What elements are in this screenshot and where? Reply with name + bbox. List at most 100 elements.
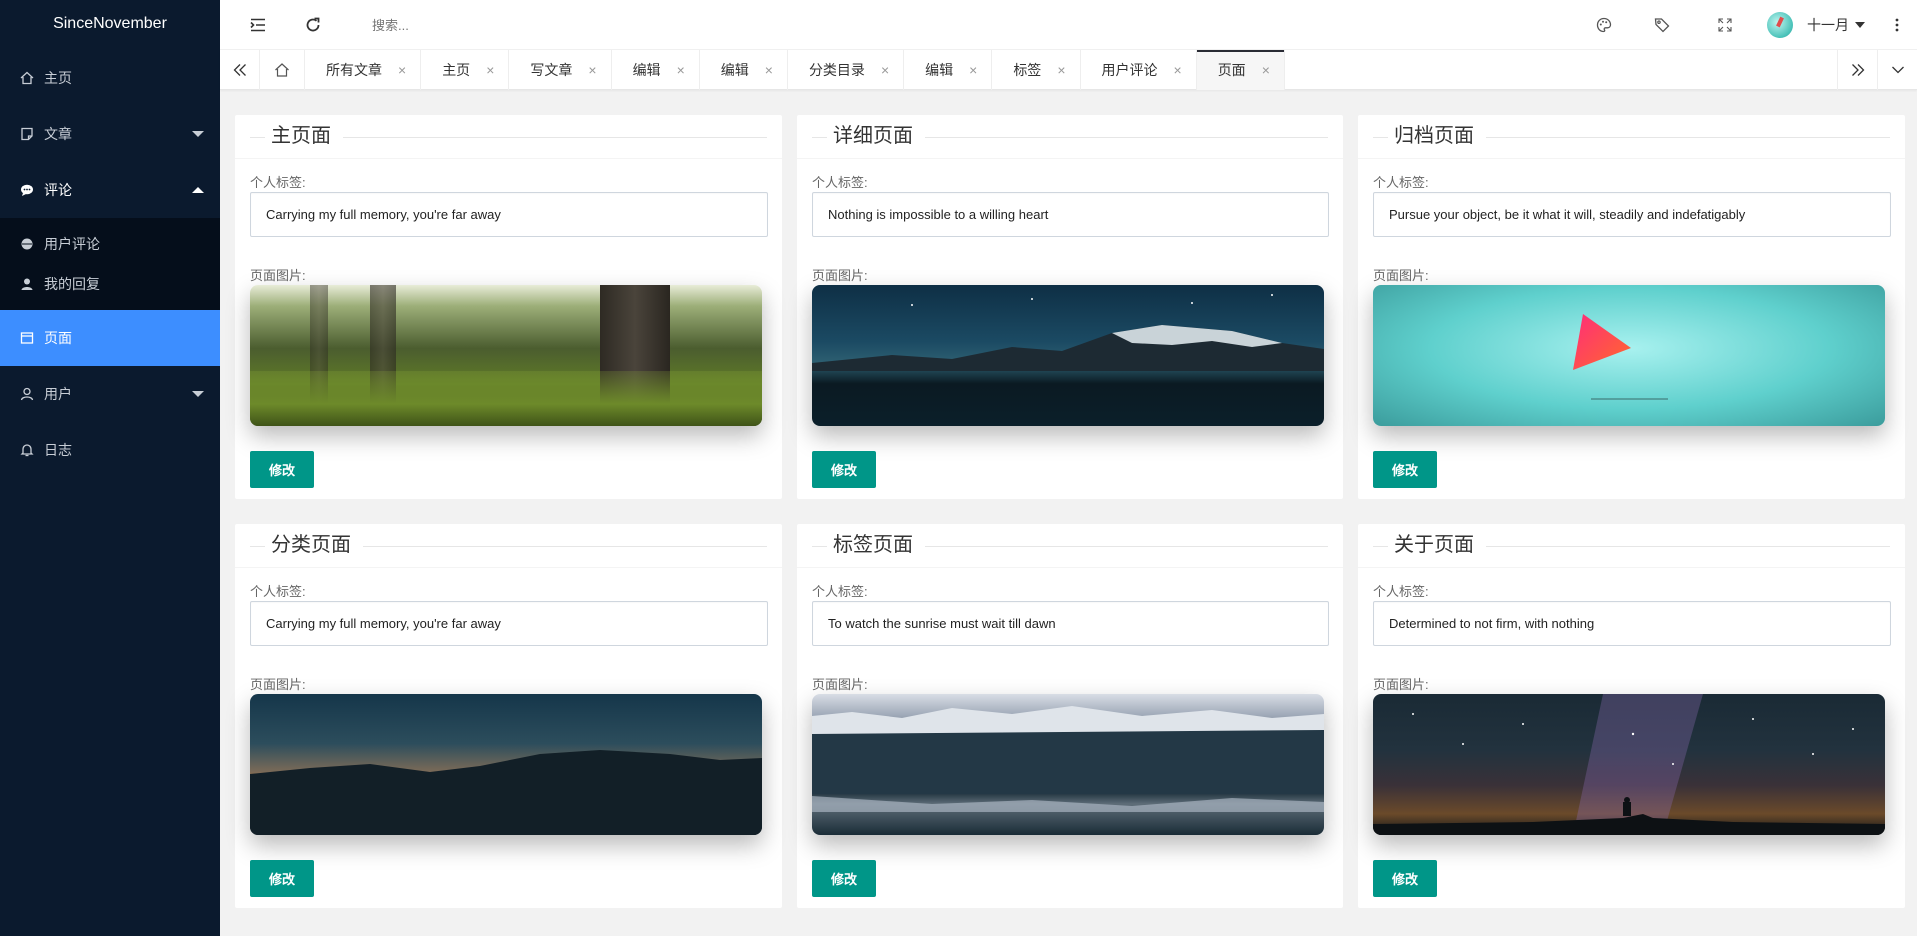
close-icon[interactable]: × (1174, 62, 1182, 78)
tab-main[interactable]: 主页 × (421, 50, 510, 90)
tab-label: 编辑 (925, 62, 954, 78)
page-card-home: 主页面 个人标签: 页面图片: 修改 (235, 115, 782, 499)
close-icon[interactable]: × (765, 62, 773, 78)
close-icon[interactable]: × (1057, 62, 1065, 78)
tab-pages[interactable]: 页面 × (1196, 50, 1285, 90)
more-button[interactable] (1883, 0, 1911, 50)
page-image[interactable] (250, 285, 762, 426)
sidebar-item-home[interactable]: 主页 (0, 50, 220, 106)
fullscreen-button[interactable] (1705, 0, 1745, 50)
modify-button[interactable]: 修改 (250, 451, 314, 488)
user-name: 十一月 (1807, 17, 1849, 33)
tab-tags[interactable]: 标签 × (992, 50, 1081, 90)
tab-edit[interactable]: 编辑 × (904, 50, 993, 90)
sidebar: SinceNovember 主页 文章 评论 用户评论 我的回复 页面 用户 日… (0, 0, 220, 936)
tab-bar: 所有文章 × 主页 × 写文章 × 编辑 × 编辑 × 分类目录 × 编辑 × 标签 × 用户评… (220, 50, 1917, 90)
tab-scroll-left-button[interactable] (220, 50, 260, 90)
sidebar-item-label: 页面 (44, 330, 72, 346)
card-header: 详细页面 (797, 115, 1343, 159)
close-icon[interactable]: × (588, 62, 596, 78)
close-icon[interactable]: × (486, 62, 494, 78)
palette-icon (1596, 17, 1612, 33)
modify-button[interactable]: 修改 (1373, 451, 1437, 488)
chevron-up-icon (192, 187, 204, 193)
tag-input[interactable] (250, 601, 768, 646)
tab-categories[interactable]: 分类目录 × (788, 50, 905, 90)
tab-label: 主页 (442, 62, 471, 78)
modify-button[interactable]: 修改 (250, 860, 314, 897)
refresh-button[interactable] (293, 0, 333, 50)
chevron-down-icon (1855, 22, 1865, 28)
chevron-down-icon (192, 391, 204, 397)
sidebar-item-page[interactable]: 页面 (0, 310, 220, 366)
close-icon[interactable]: × (969, 62, 977, 78)
tag-input[interactable] (1373, 601, 1891, 646)
page-card-archive: 归档页面 个人标签: 页面图片: 修改 (1358, 115, 1905, 499)
close-icon[interactable]: × (677, 62, 685, 78)
close-icon[interactable]: × (398, 62, 406, 78)
page-image[interactable] (1373, 285, 1885, 426)
tag-input[interactable] (812, 192, 1329, 237)
tab-write-article[interactable]: 写文章 × (509, 50, 612, 90)
tags-button[interactable] (1642, 0, 1682, 50)
tab-user-comments[interactable]: 用户评论 × (1081, 50, 1197, 90)
card-header: 归档页面 (1358, 115, 1905, 159)
page-image[interactable] (250, 694, 762, 835)
tab-scroll-right-button[interactable] (1837, 50, 1877, 90)
tab-edit[interactable]: 编辑 × (700, 50, 788, 90)
chevron-down-icon (192, 131, 204, 137)
sidebar-item-label: 主页 (44, 70, 72, 86)
page-image[interactable] (812, 285, 1324, 426)
sidebar-item-comment[interactable]: 评论 (0, 162, 220, 218)
sidebar-item-label: 用户评论 (44, 236, 100, 252)
sidebar-item-log[interactable]: 日志 (0, 422, 220, 478)
sidebar-item-label: 用户 (44, 386, 72, 402)
menu-toggle-button[interactable] (238, 0, 278, 50)
refresh-icon (306, 17, 320, 32)
user-menu[interactable]: 十一月 (1767, 12, 1865, 38)
tag-icon (1654, 18, 1670, 33)
card-title: 主页面 (265, 123, 343, 149)
modify-button[interactable]: 修改 (812, 860, 876, 897)
card-header: 标签页面 (797, 524, 1343, 568)
sidebar-item-article[interactable]: 文章 (0, 106, 220, 162)
page-card-tag: 标签页面 个人标签: 页面图片: 修改 (797, 524, 1343, 908)
card-header: 分类页面 (235, 524, 782, 568)
tab-menu-button[interactable] (1877, 50, 1917, 90)
tag-input[interactable] (1373, 192, 1891, 237)
sidebar-item-user-comments[interactable]: 用户评论 (0, 224, 220, 264)
search-input[interactable] (372, 14, 672, 36)
tag-label: 个人标签: (1373, 175, 1429, 190)
tab-home[interactable] (260, 50, 305, 90)
sidebar-item-user[interactable]: 用户 (0, 366, 220, 422)
user-icon (20, 387, 34, 401)
page-image[interactable] (1373, 694, 1885, 835)
comment-submenu: 用户评论 我的回复 (0, 218, 220, 310)
fullscreen-icon (1718, 18, 1732, 32)
tab-label: 标签 (1013, 62, 1042, 78)
tag-input[interactable] (812, 601, 1329, 646)
tab-label: 用户评论 (1101, 62, 1158, 78)
tag-label: 个人标签: (1373, 584, 1429, 599)
tabs: 所有文章 × 主页 × 写文章 × 编辑 × 编辑 × 分类目录 × 编辑 × 标签 × 用户评… (260, 50, 1285, 90)
close-icon[interactable]: × (881, 62, 889, 78)
page-image[interactable] (812, 694, 1324, 835)
tag-label: 个人标签: (250, 175, 306, 190)
card-title: 详细页面 (827, 123, 925, 149)
tag-input[interactable] (250, 192, 768, 237)
top-header: 十一月 (220, 0, 1917, 50)
tab-label: 编辑 (720, 62, 749, 78)
close-icon[interactable]: × (1262, 62, 1270, 78)
double-chevron-right-icon (1851, 64, 1864, 76)
sidebar-item-my-replies[interactable]: 我的回复 (0, 264, 220, 304)
tab-all-articles[interactable]: 所有文章 × (305, 50, 422, 90)
modify-button[interactable]: 修改 (812, 451, 876, 488)
chevron-down-icon (1891, 66, 1904, 74)
tab-edit[interactable]: 编辑 × (612, 50, 700, 90)
menu-fold-icon (250, 18, 265, 32)
theme-button[interactable] (1584, 0, 1624, 50)
card-header: 主页面 (235, 115, 782, 159)
image-label: 页面图片: (812, 677, 868, 692)
brand-logo[interactable]: SinceNovember (0, 0, 220, 50)
modify-button[interactable]: 修改 (1373, 860, 1437, 897)
